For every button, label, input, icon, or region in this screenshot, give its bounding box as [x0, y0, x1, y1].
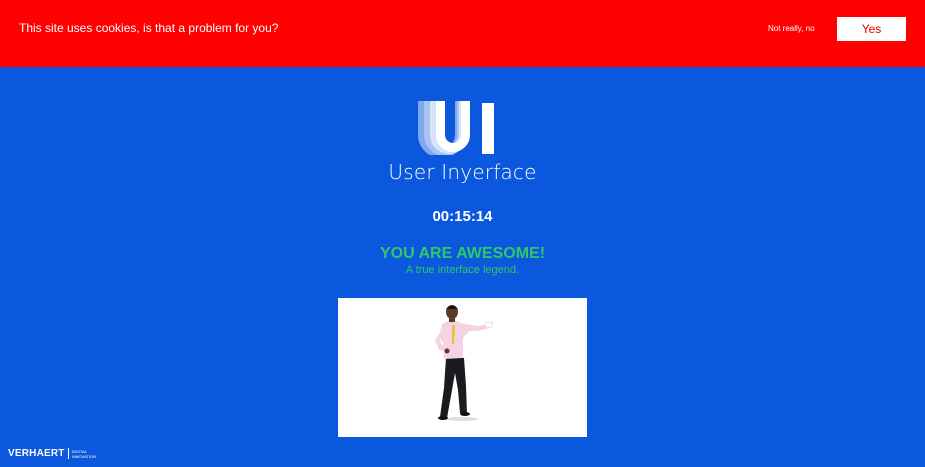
cookie-decline-link[interactable]: Not really, no — [768, 24, 815, 33]
site-title: User Inyerface — [388, 160, 537, 184]
brand-name: VERHAERT — [8, 448, 65, 459]
brand-tagline-line2: INNOVATION — [71, 453, 96, 459]
brand-tagline: DIGITAL INNOVATION — [72, 449, 96, 459]
ui-logo-icon — [416, 101, 502, 158]
success-subheading: A true interface legend. — [405, 264, 520, 276]
elapsed-timer: 00:15:14 — [432, 208, 493, 225]
cookie-banner: This site uses cookies, is that a proble… — [0, 0, 925, 67]
cookie-message: This site uses cookies, is that a proble… — [19, 21, 279, 35]
verhaert-logo: VERHAERT DIGITAL INNOVATION — [8, 448, 96, 459]
success-heading: YOU ARE AWESOME! — [379, 245, 546, 262]
dancing-man-image — [338, 298, 587, 437]
cookie-accept-button[interactable]: Yes — [837, 17, 906, 41]
brand-divider — [67, 448, 69, 459]
